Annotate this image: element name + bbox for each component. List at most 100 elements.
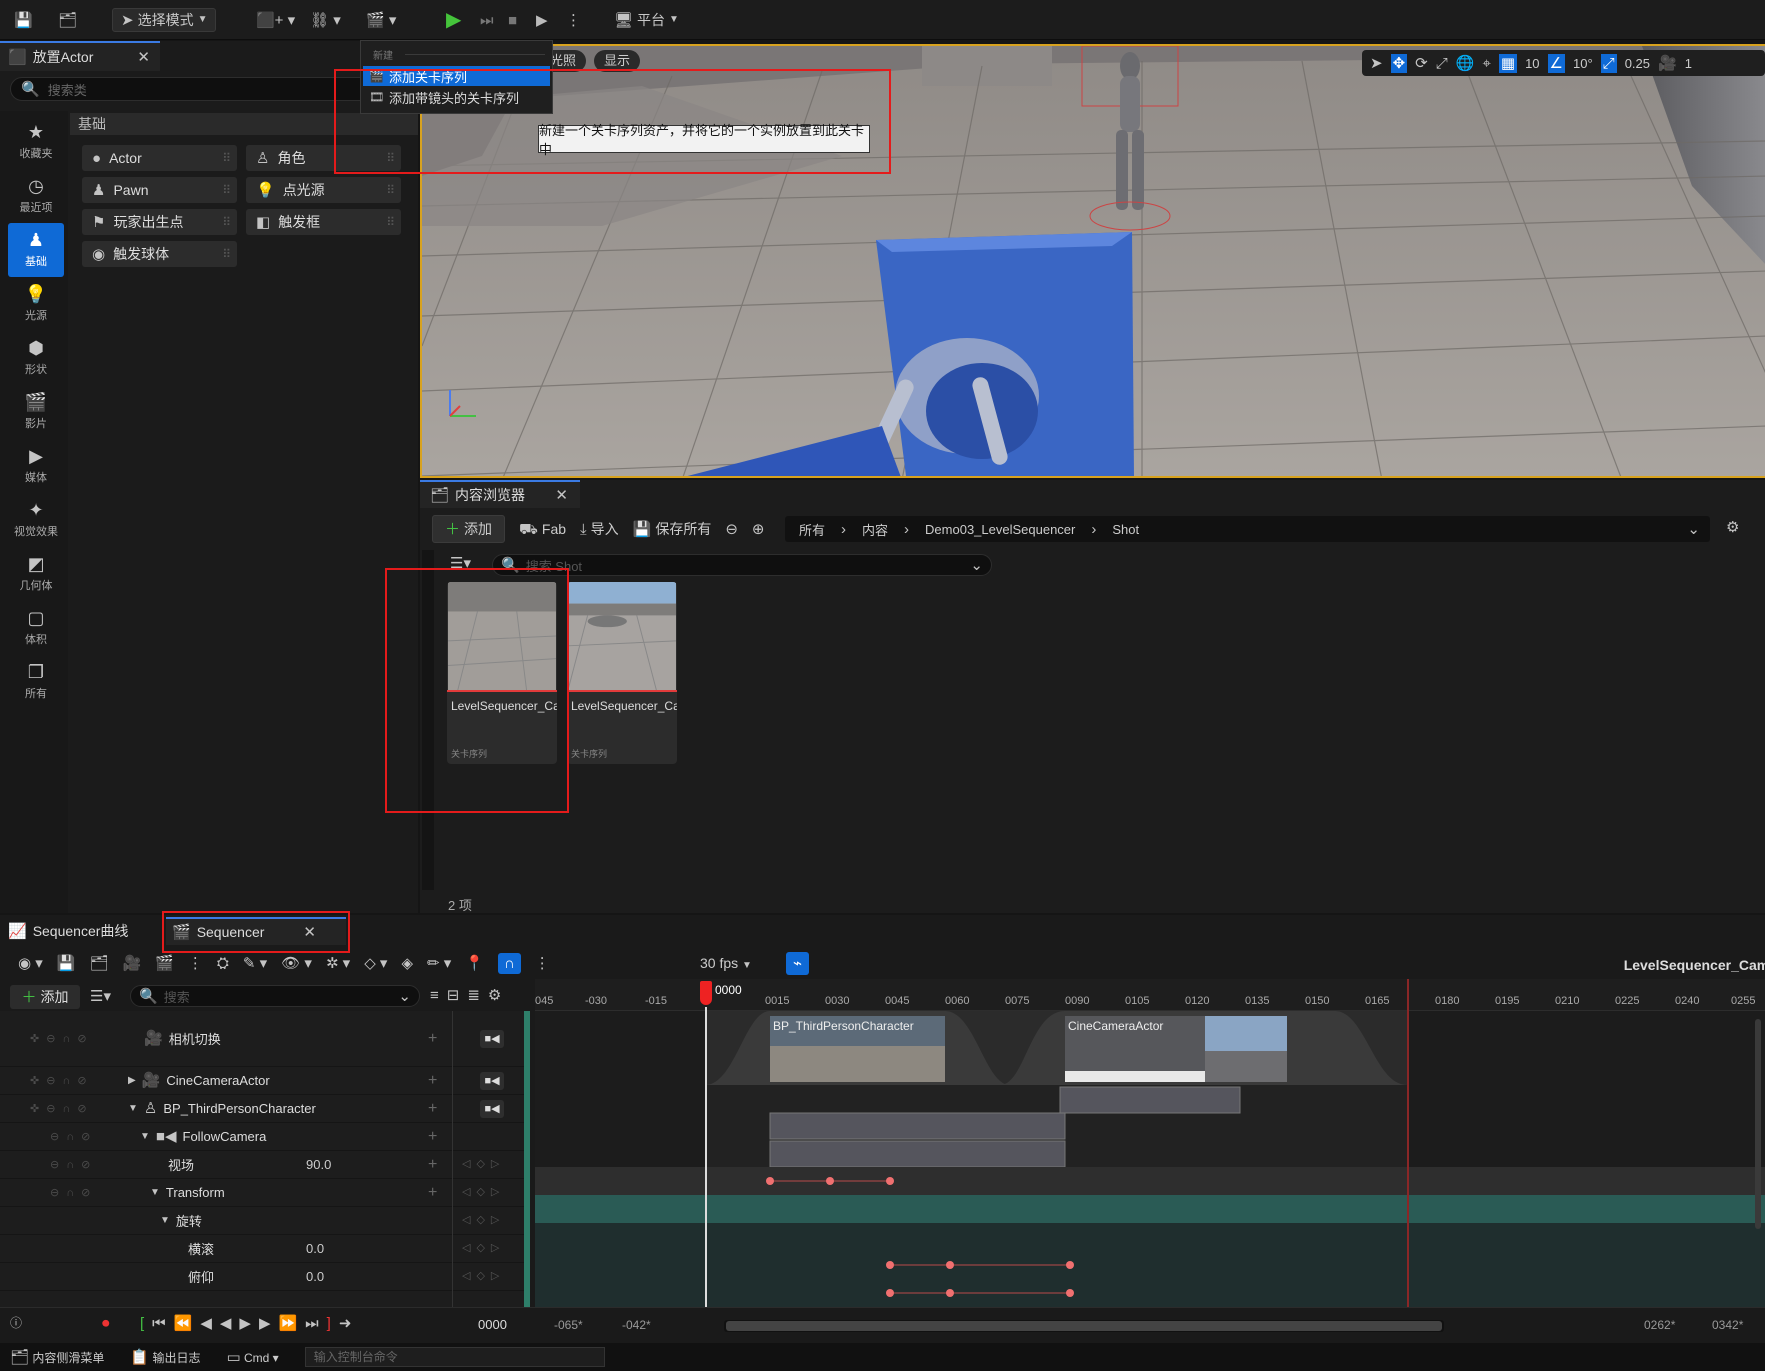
actor-item-player-start[interactable]: ⚑ 玩家出生点 ⠿ (82, 209, 237, 235)
playhead[interactable] (700, 981, 712, 1005)
asset-tile[interactable]: LevelSequencer_Cam 关卡序列 (447, 582, 557, 764)
category-all[interactable]: ❐ 所有 (8, 655, 64, 709)
add-icon[interactable]: + (428, 1128, 437, 1146)
lock-icons[interactable]: ✜⊖∩⊘ (30, 1102, 94, 1115)
actor-item-point-light[interactable]: 💡 点光源 ⠿ (246, 177, 401, 203)
track-follow-camera[interactable]: ⊖∩⊘ ▼ ■◀ FollowCamera + (0, 1123, 530, 1151)
render-movie-icon[interactable]: 🎥 (123, 956, 142, 971)
track-third-person-character[interactable]: ✜⊖∩⊘ ▼ ♙ BP_ThirdPersonCharacter + ■◀ (0, 1095, 530, 1123)
camera-speed-value[interactable]: 1 (1685, 56, 1692, 71)
forward-icon[interactable]: ⊕ (752, 522, 765, 537)
content-drawer-button[interactable]: 🗂 内容侧滑菜单 (10, 1349, 104, 1366)
scale-snap-icon[interactable]: ⤢ (1600, 53, 1617, 73)
category-volumes[interactable]: ▢ 体积 (8, 601, 64, 655)
record-icon[interactable]: ⏺ (102, 1316, 110, 1331)
track-search-input[interactable]: 🔍 搜索 ⌄ (130, 985, 420, 1007)
playback-options-icon[interactable]: ✲ ▾ (326, 956, 350, 971)
timeline-area[interactable]: 045 -030 -015 0015 0030 0045 0060 0075 0… (535, 979, 1765, 1307)
range-scrollbar-thumb[interactable] (726, 1321, 1442, 1331)
close-icon[interactable]: ✕ (137, 50, 150, 65)
key-nav-icons[interactable]: ◁◇▷ (462, 1243, 505, 1254)
track-pitch[interactable]: 俯仰 0.0 ◁◇▷ (0, 1263, 530, 1291)
search-input[interactable]: 🔍 搜索类 (10, 77, 410, 101)
key-nav-icons[interactable]: ◁◇▷ (462, 1187, 505, 1198)
chevron-down-icon[interactable]: ⌄ (970, 558, 983, 573)
add-master-sequence-item[interactable]: 🎞 添加带镜头的关卡序列 (363, 87, 550, 107)
output-log-button[interactable]: 📋 输出日志 (130, 1349, 200, 1366)
category-basic[interactable]: ♟ 基础 (8, 223, 64, 277)
actor-item-trigger-box[interactable]: ◧ 触发框 ⠿ (246, 209, 401, 235)
view-range-end[interactable]: 0342* (1712, 1318, 1743, 1332)
back-icon[interactable]: ⊖ (725, 522, 738, 537)
track-rotation[interactable]: ▼ 旋转 ◁◇▷ (0, 1207, 530, 1235)
content-browser-tab[interactable]: 🗂 内容浏览器 ✕ (420, 480, 580, 508)
play-button[interactable]: ▶ (446, 8, 461, 32)
world-icon[interactable]: ◉ ▾ (18, 956, 43, 971)
track-add-button[interactable]: ＋ 添加 (10, 985, 80, 1009)
track-roll[interactable]: 横滚 0.0 ◁◇▷ (0, 1235, 530, 1263)
grid-snap-icon[interactable]: ▦ (1498, 53, 1518, 73)
breadcrumb-item[interactable]: Demo03_LevelSequencer (925, 522, 1075, 537)
show-button[interactable]: 显示 (594, 50, 641, 72)
add-icon[interactable]: + (428, 1072, 437, 1090)
save-icon[interactable]: 💾 (14, 8, 33, 32)
marker-icon[interactable]: 📍 (465, 956, 484, 971)
stop-button[interactable]: ■ (508, 8, 517, 32)
tab-sequencer-curves[interactable]: 📈 Sequencer曲线 (8, 917, 128, 945)
track-transform[interactable]: ⊖∩⊘ ▼ Transform + ◁◇▷ (0, 1179, 530, 1207)
cmd-button[interactable]: ▭ Cmd ▾ (226, 1350, 278, 1365)
chevron-down-icon[interactable]: ⌄ (1687, 522, 1700, 537)
save-all-button[interactable]: 💾 保存所有 (633, 519, 712, 539)
mode-select[interactable]: ➤ 选择模式 ▼ (112, 8, 217, 32)
camera-speed-icon[interactable]: 🎥 (1658, 56, 1677, 71)
key-tools-icon[interactable]: ✎ ▾ (243, 956, 267, 971)
asset-tile[interactable]: LevelSequencer_Cam2 关卡序列 (567, 582, 677, 764)
tab-sequencer[interactable]: 🎬 Sequencer ✕ (166, 917, 346, 945)
close-icon[interactable]: ✕ (303, 925, 316, 940)
camera-icon[interactable]: ■◀ (480, 1099, 504, 1118)
curve-editor-icon[interactable]: ⌁ (786, 952, 810, 975)
category-recent[interactable]: ◷ 最近项 (8, 169, 64, 223)
snap-options-icon[interactable]: ⋮ (535, 956, 550, 971)
scale-snap-value[interactable]: 0.25 (1625, 56, 1650, 71)
level-viewport[interactable] (420, 44, 1765, 478)
lock-icons[interactable]: ⊖∩⊘ (50, 1130, 97, 1143)
surface-snap-icon[interactable]: ⌖ (1482, 56, 1490, 71)
track-field-of-view[interactable]: ⊖∩⊘ 视场 90.0 + ◁◇▷ (0, 1151, 530, 1179)
save-icon[interactable]: 💾 (57, 956, 76, 971)
play-options-icon[interactable]: ⋮ (566, 8, 581, 32)
actor-item-actor[interactable]: ● Actor ⠿ (82, 145, 237, 171)
rotation-snap-value[interactable]: 10° (1573, 56, 1593, 71)
view-options-icon[interactable]: 👁 ▾ (281, 956, 312, 971)
camera-icon[interactable]: ■◀ (480, 1029, 504, 1048)
category-shapes[interactable]: ⬢ 形状 (8, 331, 64, 385)
fab-button[interactable]: ⛟ Fab (519, 521, 566, 537)
category-media[interactable]: ▶ 媒体 (8, 439, 64, 493)
filter-icon[interactable]: ☰▾ (90, 989, 111, 1004)
close-icon[interactable]: ✕ (555, 488, 568, 503)
scale-icon[interactable]: ⤢ (1436, 56, 1448, 71)
add-button[interactable]: ＋添加 (432, 515, 506, 543)
advance-frame-button[interactable]: ⏭ (480, 8, 494, 32)
lock-icons[interactable]: ⊖∩⊘ (50, 1158, 97, 1171)
add-icon[interactable]: + (428, 1184, 437, 1202)
lock-icons[interactable]: ✜⊖∩⊘ (30, 1032, 94, 1045)
add-icon[interactable]: + (428, 1156, 437, 1174)
rotation-snap-icon[interactable]: ∠ (1547, 53, 1565, 73)
property-value[interactable]: 0.0 (306, 1241, 324, 1256)
cinematics-button[interactable]: 🎬 ▾ (366, 8, 396, 32)
translate-icon[interactable]: ✥ (1390, 53, 1408, 73)
blueprint-button[interactable]: ⛓ ▾ (310, 8, 341, 32)
current-frame[interactable]: 0000 (478, 1317, 507, 1332)
add-icon[interactable]: + (428, 1100, 437, 1118)
category-lights[interactable]: 💡 光源 (8, 277, 64, 331)
property-value[interactable]: 90.0 (306, 1157, 331, 1172)
breadcrumb-item[interactable]: 内容 (862, 520, 888, 539)
working-range-start[interactable]: -042* (622, 1318, 651, 1332)
track-camera-cut[interactable]: ✜⊖∩⊘ 🎥 相机切换 + ■◀ (0, 1011, 530, 1067)
clapper-icon[interactable]: 🎬 (155, 956, 174, 971)
category-cinematic[interactable]: 🎬 影片 (8, 385, 64, 439)
lock-icons[interactable]: ⊖∩⊘ (50, 1186, 97, 1199)
chevron-down-icon[interactable]: ⌄ (398, 989, 411, 1004)
add-actor-button[interactable]: ⬛+ ▾ (256, 8, 295, 32)
